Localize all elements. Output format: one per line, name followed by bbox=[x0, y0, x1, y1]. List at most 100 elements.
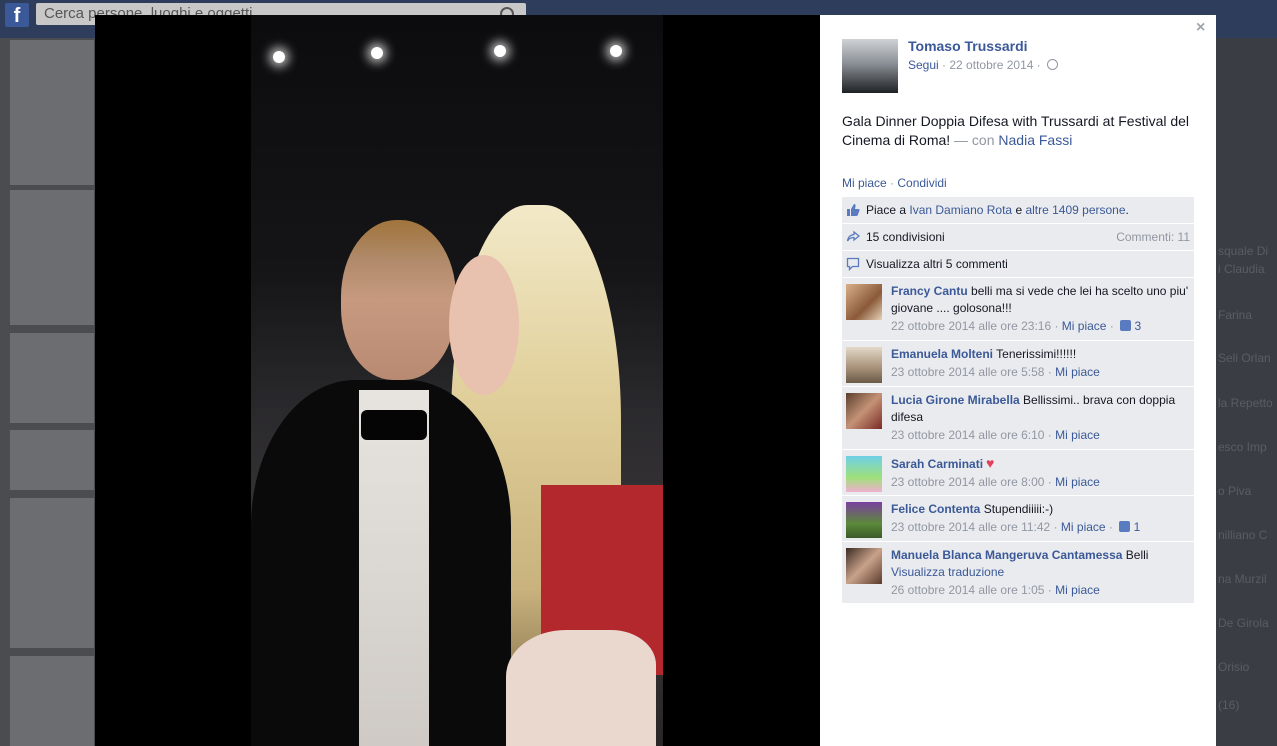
background-name: nilliano C bbox=[1218, 528, 1268, 542]
meta-separator: · bbox=[1044, 365, 1056, 379]
close-icon[interactable]: × bbox=[1196, 19, 1205, 37]
follow-link[interactable]: Segui bbox=[908, 58, 939, 72]
globe-icon[interactable] bbox=[1047, 59, 1059, 70]
meta-separator: · bbox=[1105, 520, 1117, 534]
meta-separator: · bbox=[1044, 475, 1056, 489]
view-more-comments-link[interactable]: Visualizza altri 5 commenti bbox=[866, 257, 1008, 271]
meta-separator: · bbox=[1044, 583, 1056, 597]
comment-likes-count[interactable]: 3 bbox=[1135, 319, 1142, 333]
background-photo bbox=[10, 40, 94, 185]
photo-woman-face bbox=[449, 255, 519, 395]
shares-row: 15 condivisioni Commenti: 11 bbox=[842, 224, 1194, 251]
comment-item: Lucia Girone Mirabella Bellissimi.. brav… bbox=[842, 387, 1194, 450]
comment-time[interactable]: 23 ottobre 2014 alle ore 8:00 bbox=[891, 475, 1044, 489]
more-comments-row[interactable]: Visualizza altri 5 commenti bbox=[842, 251, 1194, 278]
comment-time[interactable]: 22 ottobre 2014 alle ore 23:16 bbox=[891, 319, 1051, 333]
comment-item: Emanuela Molteni Tenerissimi!!!!!! 23 ot… bbox=[842, 341, 1194, 387]
comment-text: Stupendiiiii:-) bbox=[983, 502, 1054, 516]
background-timeline bbox=[0, 38, 95, 746]
photo-bow-tie bbox=[361, 410, 427, 440]
comment-author[interactable]: Felice Contenta bbox=[891, 502, 980, 516]
page-avatar[interactable] bbox=[842, 39, 898, 93]
likes-end: . bbox=[1125, 203, 1129, 217]
comment-like-button[interactable]: Mi piace bbox=[1055, 583, 1100, 597]
photo-shirt bbox=[359, 390, 429, 746]
photo-stage[interactable] bbox=[95, 15, 820, 746]
photo-woman-arm bbox=[506, 630, 656, 746]
background-name: na Murzil bbox=[1218, 572, 1267, 586]
photo-man-face bbox=[341, 220, 456, 380]
background-name: i Claudia bbox=[1218, 262, 1265, 276]
translate-link[interactable]: Visualizza traduzione bbox=[891, 565, 1004, 579]
tagged-person-link[interactable]: Nadia Fassi bbox=[998, 132, 1072, 148]
background-photo bbox=[10, 190, 94, 325]
comment-item: Manuela Blanca Mangeruva Cantamessa Bell… bbox=[842, 542, 1194, 604]
meta-separator: · bbox=[1050, 520, 1061, 534]
comment-time[interactable]: 23 ottobre 2014 alle ore 5:58 bbox=[891, 365, 1044, 379]
background-name: Farina bbox=[1218, 308, 1253, 322]
background-photo bbox=[10, 498, 94, 648]
comment-like-button[interactable]: Mi piace bbox=[1062, 319, 1107, 333]
comment-author[interactable]: Sarah Carminati bbox=[891, 457, 983, 471]
photo-side-panel: × Tomaso Trussardi Segui · 22 ottobre 20… bbox=[820, 15, 1216, 746]
comment-avatar[interactable] bbox=[846, 347, 882, 383]
comment-text: Tenerissimi!!!!!! bbox=[996, 347, 1077, 361]
comment-time[interactable]: 23 ottobre 2014 alle ore 11:42 bbox=[891, 520, 1050, 534]
comment-text: Belli bbox=[1125, 548, 1149, 562]
likes-and: e bbox=[1012, 203, 1026, 217]
comment-icon bbox=[846, 257, 860, 271]
share-button[interactable]: Condividi bbox=[897, 176, 946, 190]
background-name: De Girola bbox=[1218, 616, 1269, 630]
comment-like-button[interactable]: Mi piace bbox=[1055, 365, 1100, 379]
comment-author[interactable]: Emanuela Molteni bbox=[891, 347, 993, 361]
background-name: o Piva bbox=[1218, 484, 1252, 498]
like-button[interactable]: Mi piace bbox=[842, 176, 887, 190]
meta-separator: · bbox=[1106, 319, 1118, 333]
comment-author[interactable]: Francy Cantu bbox=[891, 284, 968, 298]
comment-avatar[interactable] bbox=[846, 393, 882, 429]
comment-author[interactable]: Manuela Blanca Mangeruva Cantamessa bbox=[891, 548, 1122, 562]
likes-row: Piace a Ivan Damiano Rota e altre 1409 p… bbox=[842, 197, 1194, 224]
background-photo bbox=[10, 656, 94, 746]
background-photo bbox=[10, 333, 94, 423]
thumbs-up-icon bbox=[1120, 320, 1132, 331]
background-name: squale Di bbox=[1218, 244, 1269, 258]
background-name: (16) bbox=[1218, 698, 1240, 712]
thumbs-up-icon bbox=[1119, 521, 1131, 532]
post-meta: Segui · 22 ottobre 2014 · bbox=[908, 58, 1059, 72]
comment-avatar[interactable] bbox=[846, 284, 882, 320]
with-label: — con bbox=[954, 132, 995, 148]
post-caption: Gala Dinner Doppia Difesa with Trussardi… bbox=[842, 112, 1202, 150]
background-name: Orisio bbox=[1218, 660, 1250, 674]
comment-like-button[interactable]: Mi piace bbox=[1061, 520, 1106, 534]
stage-light bbox=[273, 51, 285, 63]
shares-link[interactable]: 15 condivisioni bbox=[866, 230, 945, 244]
photo[interactable] bbox=[251, 15, 663, 746]
post-date[interactable]: 22 ottobre 2014 bbox=[949, 58, 1033, 72]
comment-author[interactable]: Lucia Girone Mirabella bbox=[891, 393, 1020, 407]
background-name: la Repetto bbox=[1218, 396, 1273, 410]
comment-like-button[interactable]: Mi piace bbox=[1055, 475, 1100, 489]
meta-separator: · bbox=[938, 58, 950, 72]
background-sidebar bbox=[1215, 38, 1277, 746]
post-actions: Mi piace · Condividi bbox=[842, 176, 947, 190]
author-name[interactable]: Tomaso Trussardi bbox=[908, 38, 1028, 54]
comment-time[interactable]: 26 ottobre 2014 alle ore 1:05 bbox=[891, 583, 1044, 597]
background-name: Seli Orlan bbox=[1218, 351, 1271, 365]
comment-avatar[interactable] bbox=[846, 548, 882, 584]
stage-light bbox=[371, 47, 383, 59]
liker-link[interactable]: Ivan Damiano Rota bbox=[909, 203, 1012, 217]
stage-light bbox=[610, 45, 622, 57]
likes-prefix: Piace a bbox=[866, 203, 907, 217]
thumbs-up-icon bbox=[847, 204, 860, 216]
share-arrow-icon bbox=[846, 230, 860, 242]
background-photo bbox=[10, 430, 94, 490]
comment-avatar[interactable] bbox=[846, 456, 882, 492]
comment-avatar[interactable] bbox=[846, 502, 882, 538]
meta-separator: · bbox=[1044, 428, 1056, 442]
comment-likes-count[interactable]: 1 bbox=[1134, 520, 1141, 534]
comment-time[interactable]: 23 ottobre 2014 alle ore 6:10 bbox=[891, 428, 1044, 442]
comment-like-button[interactable]: Mi piace bbox=[1055, 428, 1100, 442]
action-separator: · bbox=[886, 176, 898, 190]
other-likers-link[interactable]: altre 1409 persone bbox=[1025, 203, 1125, 217]
